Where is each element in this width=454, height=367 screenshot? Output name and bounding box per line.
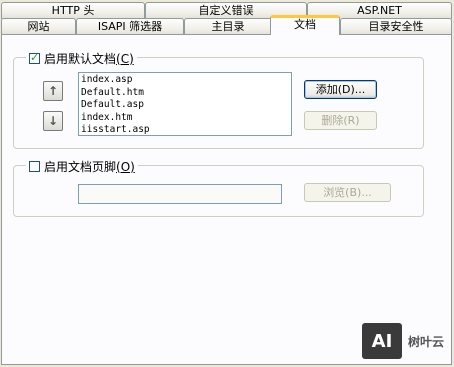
add-button[interactable]: 添加(D)... <box>304 80 377 99</box>
list-item[interactable]: index.htm <box>81 112 289 125</box>
checkbox-box[interactable]: ✓ <box>29 51 40 64</box>
watermark-logo: AI <box>361 323 402 359</box>
arrow-up-icon: ↑ <box>47 84 59 98</box>
enable-default-document-shortcut: (C) <box>116 51 134 66</box>
list-item[interactable]: Default.htm <box>81 87 289 100</box>
list-item[interactable]: index.asp <box>81 74 289 87</box>
remove-button[interactable]: 删除(R) <box>304 111 377 130</box>
tab-home-directory[interactable]: 主目录 <box>184 18 272 35</box>
list-item[interactable]: Default.asp <box>81 99 289 112</box>
tab-website[interactable]: 网站 <box>1 18 76 35</box>
footer-path-input[interactable] <box>78 184 282 204</box>
check-mark-icon: ✓ <box>30 51 40 64</box>
watermark: AI 树叶云 <box>361 323 444 359</box>
checkbox-box[interactable] <box>29 161 40 172</box>
default-documents-list[interactable]: index.asp Default.htm Default.asp index.… <box>78 72 292 136</box>
arrow-down-icon: ↓ <box>47 114 59 128</box>
list-item[interactable]: iisstart.asp <box>81 124 289 137</box>
enable-default-document-label: 启用默认文档 <box>44 52 117 66</box>
enable-default-document-checkbox[interactable]: ✓ 启用默认文档 (C) <box>26 50 137 67</box>
move-down-button[interactable]: ↓ <box>43 111 63 131</box>
enable-document-footer-shortcut: (O) <box>116 159 135 174</box>
move-up-button[interactable]: ↑ <box>43 81 63 101</box>
enable-document-footer-label: 启用文档页脚 <box>44 160 117 174</box>
watermark-text: 树叶云 <box>407 334 444 349</box>
browse-button[interactable]: 浏览(B)... <box>304 183 391 202</box>
tab-directory-security[interactable]: 目录安全性 <box>340 18 452 35</box>
enable-document-footer-checkbox[interactable]: 启用文档页脚 (O) <box>26 158 138 175</box>
tab-http-headers[interactable]: HTTP 头 <box>1 2 145 19</box>
tab-isapi-filters[interactable]: ISAPI 筛选器 <box>76 18 184 35</box>
tab-documents[interactable]: 文档 <box>270 15 340 35</box>
properties-dialog: HTTP 头 自定义错误 ASP.NET 网站 ISAPI 筛选器 主目录 文档… <box>0 0 454 367</box>
